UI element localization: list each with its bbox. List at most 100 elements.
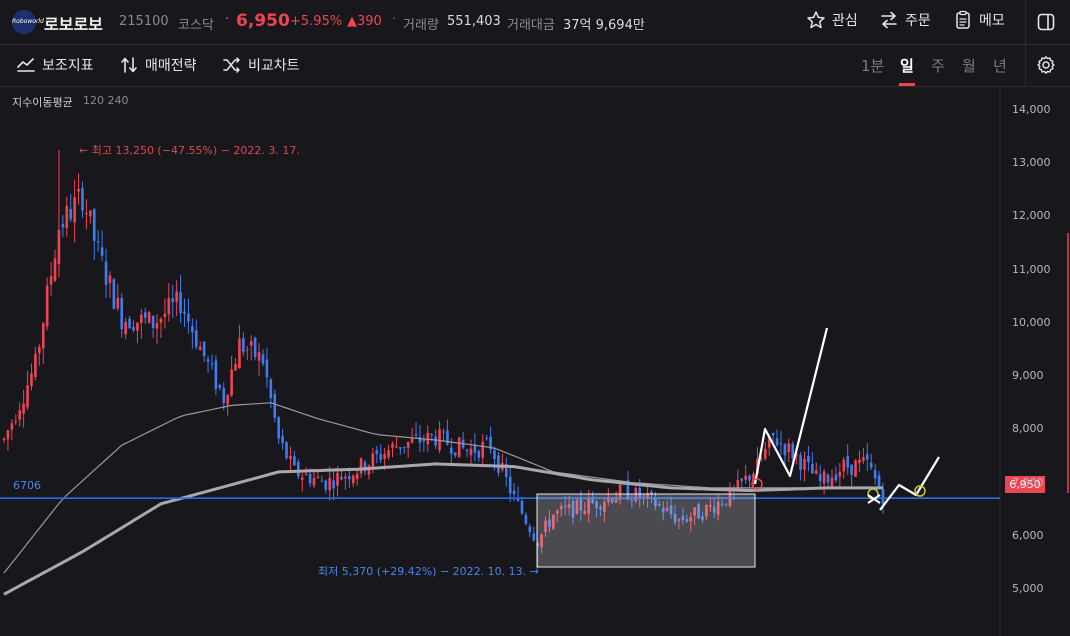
candle-body xyxy=(242,338,245,353)
candle-body xyxy=(391,443,394,448)
y-tick-label: 11,000 xyxy=(1012,262,1051,276)
candle-body xyxy=(183,311,186,314)
memo-button[interactable]: 메모 xyxy=(953,10,1005,30)
settings-button[interactable] xyxy=(1036,55,1056,79)
candle-body xyxy=(151,315,155,328)
panel-toggle-button[interactable] xyxy=(1036,12,1056,36)
candle-body xyxy=(869,462,873,468)
candle-body xyxy=(842,460,846,472)
candle-body xyxy=(838,471,842,477)
stock-code: 215100 xyxy=(119,14,169,29)
candle-body xyxy=(38,346,41,354)
period-week[interactable]: 주 xyxy=(931,55,945,76)
current-price: 6,950 xyxy=(236,11,290,31)
candle-body xyxy=(379,454,383,460)
candle-body xyxy=(340,476,343,480)
candle-body xyxy=(18,410,21,420)
candle-body xyxy=(277,417,280,439)
compare-button[interactable]: 비교차트 xyxy=(222,55,300,75)
order-button[interactable]: 주문 xyxy=(879,10,931,30)
separator-dot: · xyxy=(392,12,397,27)
candle-body xyxy=(100,247,104,256)
y-tick-label: 10,000 xyxy=(1012,315,1051,329)
amount-label: 거래대금 xyxy=(507,18,555,33)
candle-body xyxy=(493,450,496,460)
price-chart[interactable] xyxy=(0,87,1070,636)
candle-body xyxy=(783,444,787,456)
candle-body xyxy=(112,279,116,309)
candle-body xyxy=(351,475,355,484)
candle-body xyxy=(528,526,532,533)
candle-body xyxy=(143,312,147,318)
candle-body xyxy=(858,459,861,464)
candle-body xyxy=(410,438,414,443)
market-name: 코스닥 xyxy=(178,18,214,33)
candle-body xyxy=(418,436,422,443)
candle-body xyxy=(30,373,33,387)
candle-body xyxy=(450,447,453,454)
candle-body xyxy=(92,209,96,241)
strategy-button[interactable]: 매매전략 xyxy=(119,55,197,75)
indicator-label: 보조지표 xyxy=(42,58,94,74)
candle-body xyxy=(124,322,127,335)
period-day[interactable]: 일 xyxy=(900,55,914,76)
memo-label: 메모 xyxy=(979,13,1005,29)
candle-body xyxy=(140,314,143,324)
y-tick-label: 9,000 xyxy=(1012,369,1044,383)
candle-body xyxy=(324,480,328,490)
candle-body xyxy=(281,435,284,444)
candle-body xyxy=(238,338,241,369)
candle-body xyxy=(485,437,488,439)
indicator-params: 120 240 xyxy=(83,94,129,107)
candle-body xyxy=(779,443,783,445)
period-year[interactable]: 년 xyxy=(993,55,1007,76)
candle-body xyxy=(332,480,335,489)
toolbar-divider xyxy=(1025,45,1026,86)
company-logo: Roboworld xyxy=(12,10,44,34)
candle-body xyxy=(854,460,857,477)
candle-body xyxy=(53,258,57,281)
candle-body xyxy=(45,285,49,327)
candle-body xyxy=(387,450,390,458)
candle-body xyxy=(803,458,806,470)
period-1min[interactable]: 1분 xyxy=(861,55,884,76)
candle-body xyxy=(104,261,108,285)
candle-body xyxy=(308,474,312,484)
level-line-label: 6706 xyxy=(13,479,41,492)
candle-body xyxy=(822,471,826,484)
indicator-button[interactable]: 보조지표 xyxy=(16,55,94,75)
candle-body xyxy=(359,458,363,474)
candle-body xyxy=(866,454,869,460)
candle-body xyxy=(206,359,210,362)
y-tick-label: 5,000 xyxy=(1012,582,1044,595)
period-month[interactable]: 월 xyxy=(962,55,976,76)
clipboard-icon xyxy=(956,10,970,29)
candle-body xyxy=(202,341,206,356)
volume-value: 551,403 xyxy=(447,14,501,29)
candle-body xyxy=(96,241,100,243)
y-tick-label: 13,000 xyxy=(1012,156,1051,170)
candle-body xyxy=(481,441,485,458)
chart-toolbar: 보조지표 매매전략 비교차트 1분 일 주 월 년 xyxy=(0,45,1070,87)
shuffle-icon xyxy=(223,57,240,73)
candle-body xyxy=(457,437,461,458)
candle-body xyxy=(194,330,198,347)
candle-body xyxy=(744,475,747,480)
candle-body xyxy=(116,298,120,309)
separator-dot: · xyxy=(225,12,230,27)
candle-body xyxy=(799,455,802,470)
candle-body xyxy=(261,354,265,364)
drawn-zigzag-right xyxy=(879,456,940,511)
candle-body xyxy=(406,441,410,448)
candle-body xyxy=(787,443,791,453)
candle-body xyxy=(811,464,814,474)
candle-body xyxy=(846,456,849,468)
watch-button[interactable]: 관심 xyxy=(806,10,858,30)
candle-body xyxy=(383,453,386,459)
candle-body xyxy=(775,438,779,446)
candle-body xyxy=(830,477,834,487)
header-divider xyxy=(1025,0,1026,44)
candle-body xyxy=(22,403,25,414)
candle-body xyxy=(293,456,296,466)
drawn-zigzag-up xyxy=(753,327,829,485)
